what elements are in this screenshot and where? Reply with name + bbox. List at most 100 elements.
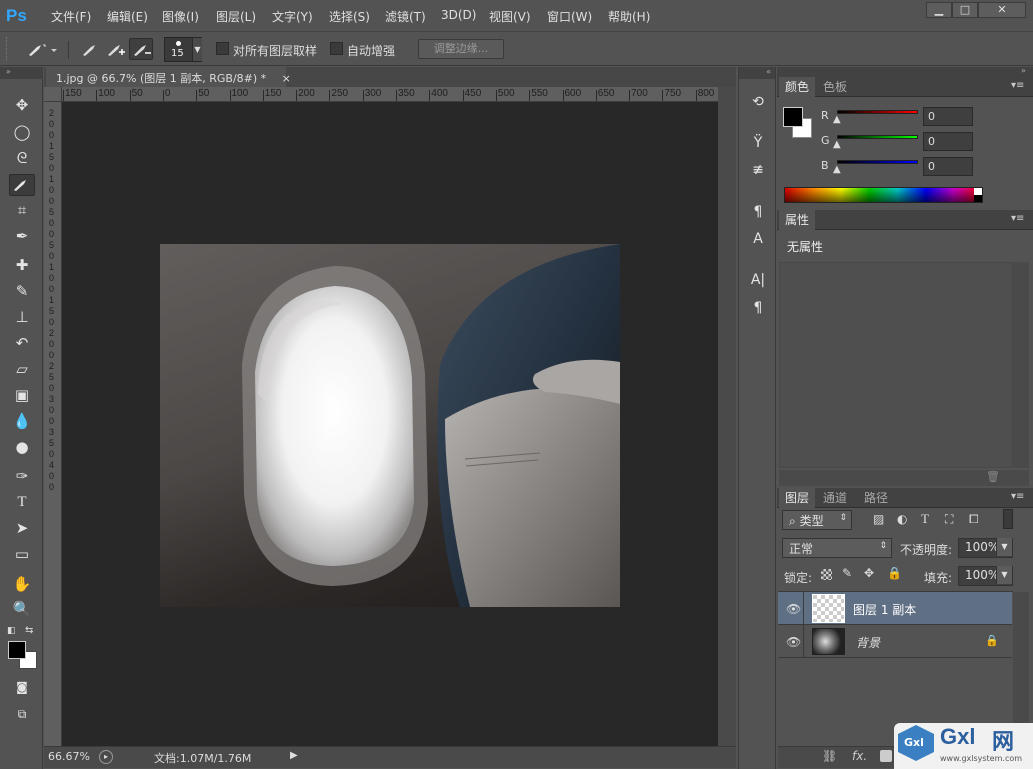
add-to-selection-button[interactable]	[103, 38, 127, 60]
blur-tool-icon[interactable]: 💧	[9, 410, 35, 432]
menu-layer[interactable]: 图层(L)	[216, 8, 256, 25]
blend-mode-dropdown[interactable]: 正常 ⇕	[782, 538, 892, 558]
hand-tool-icon[interactable]: ✋	[9, 573, 35, 595]
auto-enhance-checkbox[interactable]	[330, 42, 343, 55]
document-image[interactable]	[160, 244, 620, 607]
red-slider-handle-icon[interactable]: ▲	[833, 114, 841, 125]
brush-presets-icon[interactable]: Ÿ	[747, 133, 769, 153]
quick-mask-icon[interactable]: ◙	[9, 676, 35, 698]
collapse-toolbar-icon[interactable]: »	[0, 67, 43, 79]
fill-field[interactable]: 100% ▼	[958, 566, 1013, 586]
lock-transparency-icon[interactable]	[821, 569, 832, 580]
green-slider-handle-icon[interactable]: ▲	[833, 139, 841, 150]
zoom-level[interactable]: 66.67%	[48, 750, 90, 763]
history-brush-tool-icon[interactable]: ↶	[9, 332, 35, 354]
green-value[interactable]: 0	[923, 132, 973, 151]
pen-tool-icon[interactable]: ✑	[9, 465, 35, 487]
horizontal-ruler[interactable]: 150 100 50 0 50 100 150 200 250 300 350 400 450 500 55…	[62, 87, 718, 102]
blue-value[interactable]: 0	[923, 157, 973, 176]
filter-smart-object-icon[interactable]: ⧠	[969, 512, 979, 527]
vertical-ruler[interactable]: 20015010050050100150200250300350400	[44, 102, 62, 746]
tab-swatches[interactable]: 色板	[817, 77, 853, 97]
layer-name[interactable]: 背景	[856, 634, 880, 651]
menu-3d[interactable]: 3D(D)	[441, 8, 476, 22]
menu-select[interactable]: 选择(S)	[329, 8, 370, 25]
dock-collapse-icon[interactable]: »	[1021, 66, 1026, 75]
swap-colors-icon[interactable]: ⇆	[25, 625, 33, 636]
lasso-tool-icon[interactable]: ᘓ	[9, 147, 35, 169]
crop-tool-icon[interactable]: ⌗	[9, 199, 35, 221]
blue-slider[interactable]	[837, 160, 918, 164]
close-button[interactable]: ✕	[978, 2, 1026, 18]
panel-menu-icon[interactable]: ▾≡	[1011, 213, 1024, 224]
menu-help[interactable]: 帮助(H)	[608, 8, 650, 25]
brush-tool-icon[interactable]: ✎	[9, 280, 35, 302]
tab-color[interactable]: 颜色	[779, 77, 816, 97]
marquee-tool-icon[interactable]: ◯	[9, 121, 35, 143]
menu-type[interactable]: 文字(Y)	[272, 8, 313, 25]
add-mask-icon[interactable]	[880, 750, 892, 762]
red-slider[interactable]	[837, 110, 918, 114]
menu-view[interactable]: 视图(V)	[489, 8, 531, 25]
layer-filter-dropdown[interactable]: ⌕ 类型 ⇕	[782, 510, 852, 530]
lock-pixels-icon[interactable]: ✎	[842, 566, 852, 580]
menu-image[interactable]: 图像(I)	[162, 8, 199, 25]
close-tab-icon[interactable]: ×	[282, 72, 291, 85]
fx-icon[interactable]: fx.	[852, 749, 867, 763]
filter-adjustment-icon[interactable]: ◐	[897, 512, 907, 526]
move-tool-icon[interactable]: ✥	[9, 94, 35, 116]
menu-file[interactable]: 文件(F)	[51, 8, 91, 25]
rectangle-tool-icon[interactable]: ▭	[9, 543, 35, 565]
adjustments-icon[interactable]: ≢	[747, 160, 769, 180]
tab-paths[interactable]: 路径	[858, 488, 894, 508]
document-tab[interactable]: 1.jpg @ 66.7% (图层 1 副本, RGB/8#) * ×	[46, 67, 291, 87]
filter-toggle[interactable]	[1003, 509, 1013, 529]
clone-stamp-tool-icon[interactable]: ⊥	[9, 306, 35, 328]
default-colors-icon[interactable]: ◧	[7, 626, 17, 636]
status-menu-arrow-icon[interactable]: ▶	[290, 750, 298, 761]
menu-edit[interactable]: 编辑(E)	[107, 8, 148, 25]
filter-type-icon[interactable]: T	[921, 511, 929, 527]
layer-row-layer1-copy[interactable]: 👁 图层 1 副本	[778, 592, 1012, 625]
dodge-tool-icon[interactable]: ●	[9, 436, 35, 458]
tab-properties[interactable]: 属性	[779, 210, 816, 230]
character-styles-icon[interactable]: A	[747, 229, 769, 249]
lock-all-icon[interactable]: 🔒	[887, 566, 902, 580]
tab-channels[interactable]: 通道	[817, 488, 853, 508]
brush-size-picker[interactable]: 15 ▼	[164, 37, 202, 62]
trash-icon[interactable]: 🗑	[986, 470, 1000, 483]
collapse-dock-icon[interactable]: «	[739, 67, 775, 79]
panel-menu-icon[interactable]: ▾≡	[1011, 491, 1024, 502]
gradient-tool-icon[interactable]: ▣	[9, 384, 35, 406]
eyedropper-tool-icon[interactable]: ✒	[9, 225, 35, 247]
lock-position-icon[interactable]: ✥	[864, 566, 874, 580]
menu-window[interactable]: 窗口(W)	[547, 8, 592, 25]
green-slider[interactable]	[837, 135, 918, 139]
screen-mode-icon[interactable]: ⧉	[9, 703, 35, 725]
visibility-eye-icon[interactable]: 👁	[786, 635, 801, 649]
sample-all-layers-checkbox[interactable]	[216, 42, 229, 55]
color-ramp[interactable]	[784, 187, 983, 203]
color-fg-swatch[interactable]	[783, 107, 803, 127]
filter-shape-icon[interactable]: ⛶	[945, 512, 953, 527]
refine-edge-button[interactable]: 调整边缘...	[418, 39, 504, 59]
path-selection-tool-icon[interactable]: ➤	[9, 517, 35, 539]
layer-name[interactable]: 图层 1 副本	[853, 601, 916, 618]
history-icon[interactable]: ⟲	[747, 92, 769, 112]
foreground-color-swatch[interactable]	[8, 641, 26, 659]
subtract-from-selection-button[interactable]	[129, 38, 153, 60]
healing-brush-tool-icon[interactable]: ✚	[9, 254, 35, 276]
visibility-eye-icon[interactable]: 👁	[786, 602, 801, 616]
link-layers-icon[interactable]: ⛓	[822, 749, 837, 763]
character-icon[interactable]: A|	[747, 270, 769, 290]
menu-filter[interactable]: 滤镜(T)	[385, 8, 426, 25]
quick-selection-tool-icon[interactable]	[9, 174, 35, 196]
vertical-scrollbar[interactable]	[718, 87, 736, 746]
properties-scrollbar[interactable]	[1013, 262, 1029, 468]
paragraph-styles-icon[interactable]: ¶	[747, 202, 769, 222]
opacity-field[interactable]: 100% ▼	[958, 538, 1013, 558]
tool-preset-picker[interactable]	[22, 38, 60, 60]
paragraph-icon[interactable]: ¶	[747, 298, 769, 318]
blue-slider-handle-icon[interactable]: ▲	[833, 164, 841, 175]
minimize-button[interactable]: ▁	[926, 2, 952, 18]
